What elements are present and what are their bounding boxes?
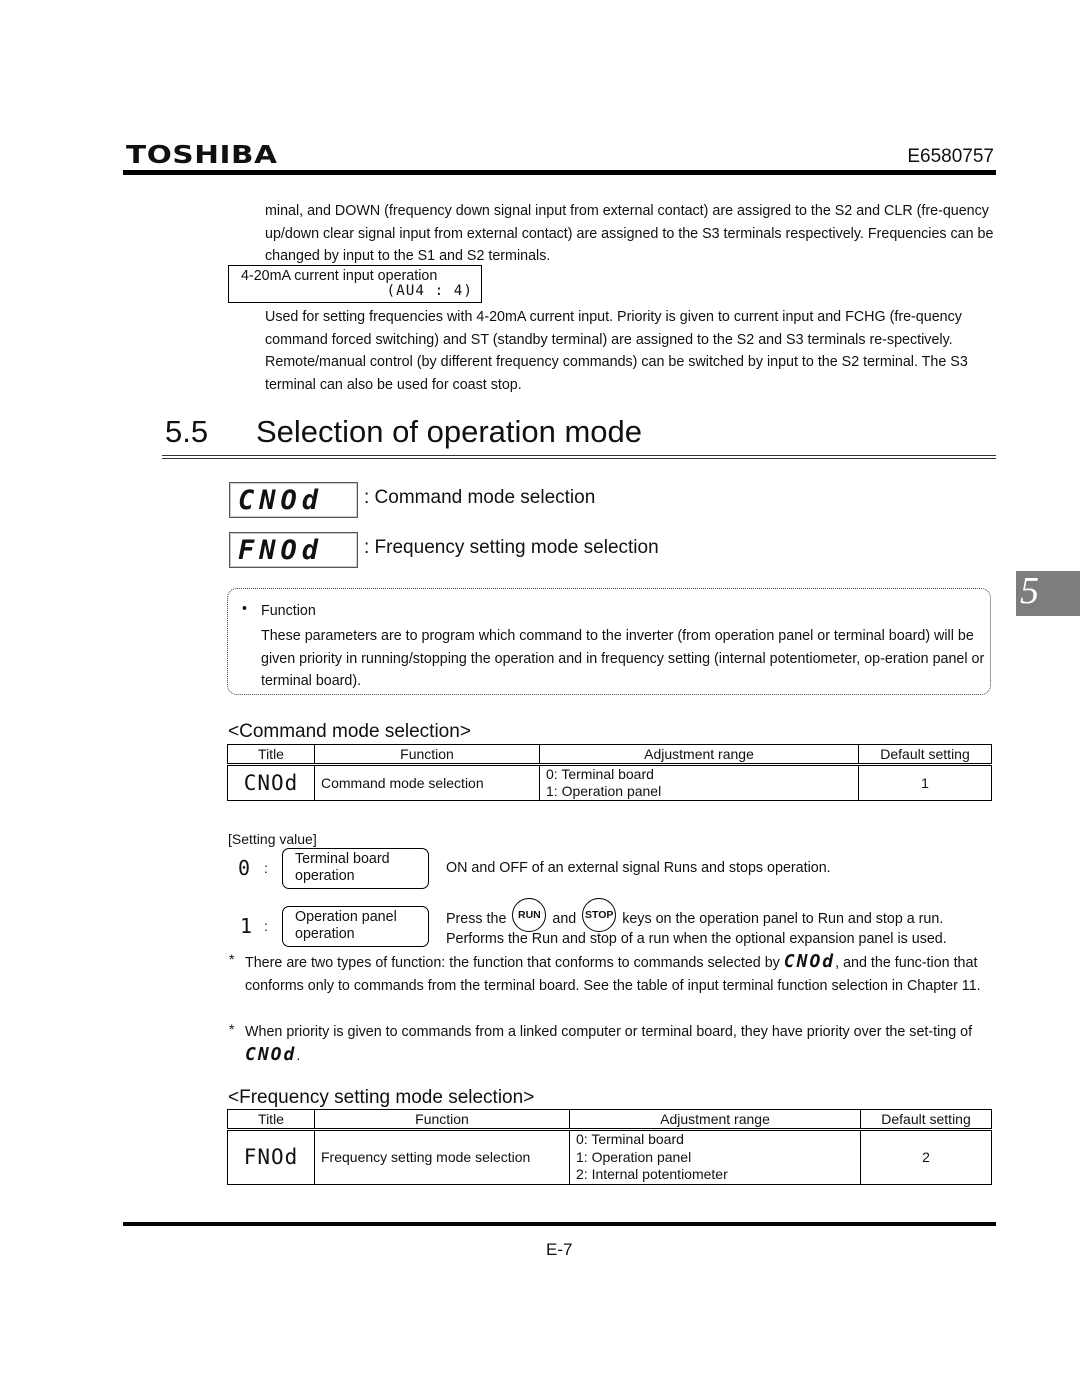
desc-text: keys on the operation panel to Run and s… <box>622 910 944 927</box>
note-text: There are two types of function: the fun… <box>245 955 784 971</box>
terminal-board-operation-box: Terminal board operation <box>282 848 429 889</box>
setting-description-line2: Performs the Run and stop of a run when … <box>446 931 947 947</box>
note: When priority is given to commands from … <box>245 1021 995 1067</box>
frequency-table-heading: <Frequency setting mode selection> <box>228 1087 535 1108</box>
frequency-mode-label: : Frequency setting mode selection <box>364 537 659 558</box>
range-option: 1: Operation panel <box>576 1148 692 1165</box>
operation-panel-operation-box: Operation panel operation <box>282 906 429 947</box>
column-header: Function <box>314 744 540 765</box>
current-input-paragraph: Used for setting frequencies with 4-20mA… <box>265 309 968 393</box>
desc-text: and <box>552 910 577 927</box>
note-text: When priority is given to commands from … <box>245 1024 973 1040</box>
note: There are two types of function: the fun… <box>245 951 995 997</box>
lcd-fnod-code: FNOd <box>238 535 324 566</box>
setting-description: ON and OFF of an external signal Runs an… <box>446 860 831 876</box>
setting-value-1: 1 <box>240 914 253 938</box>
bullet-icon: • <box>242 601 248 617</box>
range-option: 1: Operation panel <box>546 783 662 799</box>
lcd-cnod: CNOd <box>229 482 358 518</box>
page-number: E-7 <box>546 1240 573 1259</box>
cell-range: 0: Terminal board 1: Operation panel 2: … <box>569 1129 861 1185</box>
cell-function: Frequency setting mode selection <box>314 1129 570 1185</box>
function-body: These parameters are to program which co… <box>261 628 985 689</box>
section-number: 5.5 <box>165 414 209 449</box>
setting-description: Press the RUN and STOP keys on the opera… <box>446 898 944 932</box>
cell-function: Command mode selection <box>314 764 540 801</box>
document-number: E6580757 <box>907 146 994 167</box>
range-option: 2: Internal potentiometer <box>576 1166 728 1182</box>
setting-value-0: 0 <box>238 856 251 880</box>
function-box: • Function These parameters are to progr… <box>227 588 991 695</box>
function-title: Function <box>261 603 316 619</box>
lcd-fnod: FNOd <box>229 532 358 568</box>
setting-value-label: [Setting value] <box>228 831 317 847</box>
header-rule <box>123 170 996 175</box>
setting-name: Operation panel operation <box>295 909 397 942</box>
table-row: CNOd Command mode selection 0: Terminal … <box>227 764 992 801</box>
note-text: . <box>296 1047 301 1064</box>
chapter-tab: 5 <box>1016 570 1080 616</box>
inline-code: CNOd <box>783 951 836 972</box>
column-header: Function <box>314 1109 570 1130</box>
stop-key-icon: STOP <box>582 898 617 932</box>
run-key-icon: RUN <box>512 898 547 932</box>
cell-default: 2 <box>860 1129 992 1185</box>
chapter-number: 5 <box>1020 570 1039 612</box>
range-option: 0: Terminal board <box>546 766 654 782</box>
cell-title: FNOd <box>227 1129 315 1185</box>
setting-colon: : <box>264 918 268 934</box>
command-mode-label: : Command mode selection <box>364 487 596 508</box>
column-header: Default setting <box>858 744 992 765</box>
column-header: Title <box>227 1109 315 1130</box>
inline-code: CNOd <box>245 1043 297 1065</box>
desc-text: Press the <box>446 910 507 927</box>
current-input-label: 4-20mA current input operation <box>241 268 438 284</box>
range-option: 0: Terminal board <box>576 1131 684 1147</box>
command-mode-table: Title Function Adjustment range Default … <box>227 744 992 801</box>
setting-name: Terminal board operation <box>295 851 390 884</box>
frequency-mode-table: Title Function Adjustment range Default … <box>227 1109 992 1185</box>
table-row: FNOd Frequency setting mode selection 0:… <box>227 1129 992 1185</box>
column-header: Adjustment range <box>539 744 859 765</box>
cell-title: CNOd <box>227 764 315 801</box>
cell-default: 1 <box>858 764 992 801</box>
setting-colon: : <box>264 860 268 876</box>
command-table-heading: <Command mode selection> <box>228 721 471 742</box>
current-input-box: 4-20mA current input operation (AU4 : 4) <box>228 265 482 303</box>
intro-paragraph: minal, and DOWN (frequency down signal i… <box>265 203 994 264</box>
toshiba-logo: TOSHIBA <box>126 140 278 169</box>
current-input-code: (AU4 : 4) <box>386 283 473 299</box>
footer-rule <box>123 1222 996 1226</box>
section-title: Selection of operation mode <box>256 414 643 449</box>
column-header: Default setting <box>860 1109 992 1130</box>
section-rule <box>162 455 996 459</box>
note-star: * <box>229 1021 235 1037</box>
cell-range: 0: Terminal board 1: Operation panel <box>539 764 859 801</box>
column-header: Title <box>227 744 315 765</box>
note-star: * <box>229 951 235 967</box>
lcd-cnod-code: CNOd <box>238 485 324 516</box>
column-header: Adjustment range <box>569 1109 861 1130</box>
